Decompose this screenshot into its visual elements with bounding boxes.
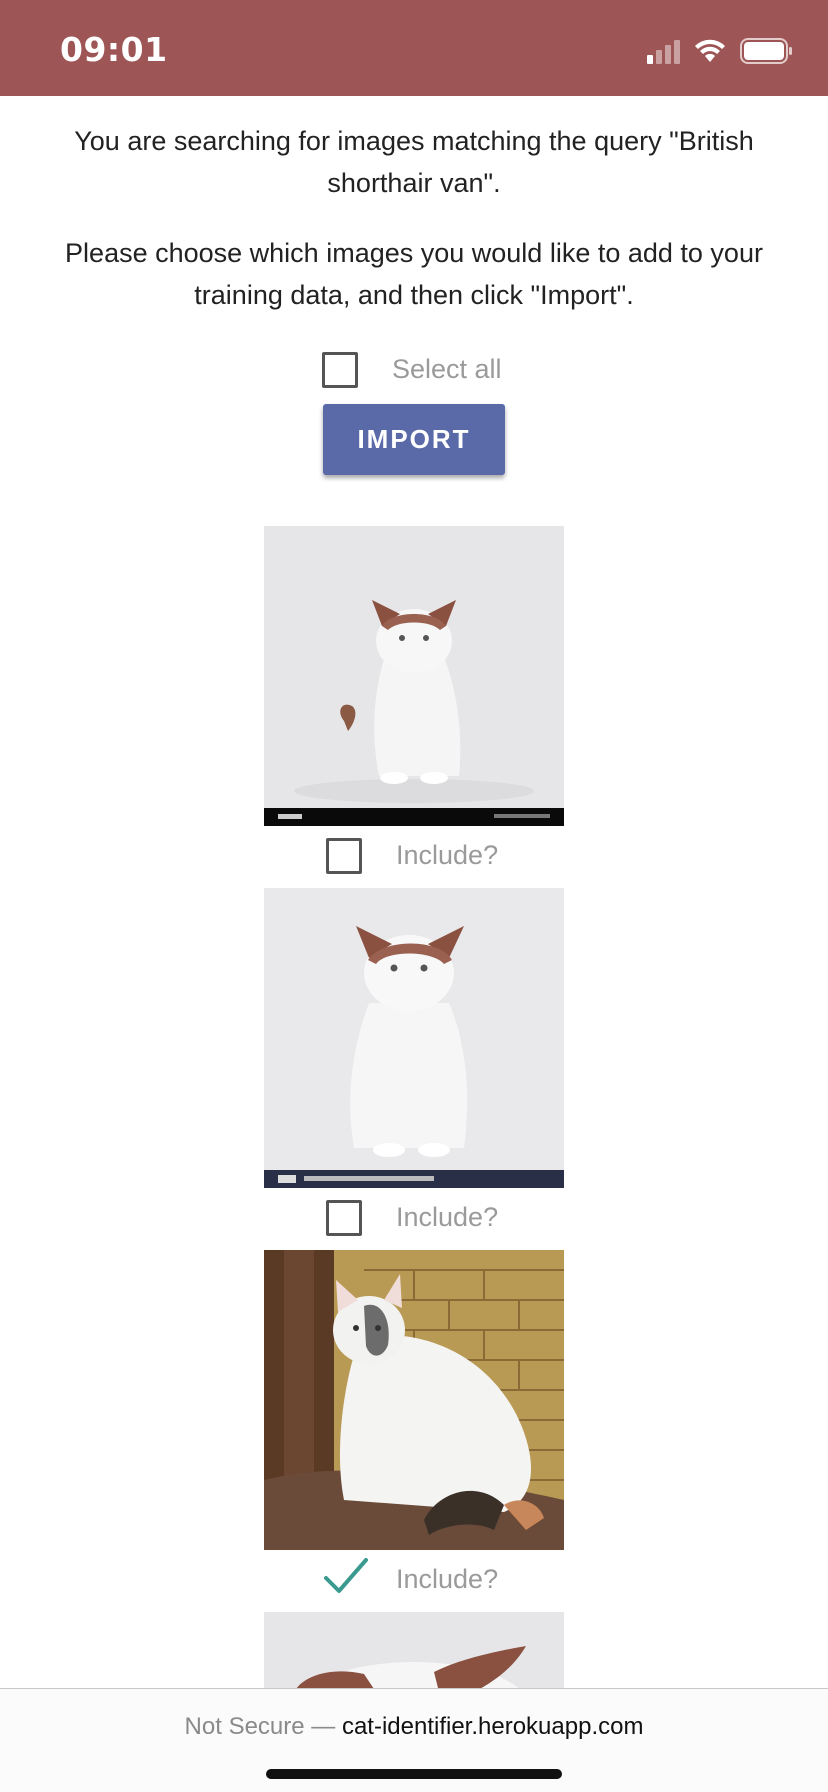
include-label: Include?: [396, 1564, 499, 1594]
status-time: 09:01: [60, 30, 168, 69]
include-row[interactable]: Include?: [264, 1558, 564, 1600]
result-image[interactable]: [264, 526, 564, 826]
wifi-icon: [694, 38, 726, 64]
result-image[interactable]: [264, 888, 564, 1188]
result-image[interactable]: [264, 1612, 564, 1692]
browser-address-bar[interactable]: Not Secure — cat-identifier.herokuapp.co…: [0, 1688, 828, 1792]
cellular-signal-icon: [647, 40, 680, 64]
status-bar: 09:01: [0, 0, 828, 96]
url-domain: cat-identifier.herokuapp.com: [341, 1713, 644, 1740]
import-button[interactable]: IMPORT: [323, 404, 505, 475]
include-checkbox[interactable]: [326, 838, 362, 874]
include-label: Include?: [396, 1202, 499, 1232]
home-indicator[interactable]: [266, 1769, 562, 1779]
security-indicator: Not Secure —: [184, 1713, 336, 1740]
select-all-label: Select all: [392, 354, 502, 384]
url-display[interactable]: Not Secure — cat-identifier.herokuapp.co…: [0, 1713, 828, 1741]
battery-icon: [740, 38, 794, 64]
checkmark-icon[interactable]: [322, 1556, 370, 1601]
include-row[interactable]: Include?: [264, 1198, 564, 1238]
query-description: You are searching for images matching th…: [74, 126, 754, 198]
status-icons: [647, 36, 794, 64]
select-all-row[interactable]: Select all: [0, 350, 828, 390]
include-row[interactable]: Include?: [264, 836, 564, 876]
result-image[interactable]: [264, 1250, 564, 1550]
include-checkbox[interactable]: [326, 1200, 362, 1236]
include-label: Include?: [396, 840, 499, 870]
select-all-checkbox[interactable]: [322, 352, 358, 388]
instructions-text: Please choose which images you would lik…: [65, 238, 763, 310]
